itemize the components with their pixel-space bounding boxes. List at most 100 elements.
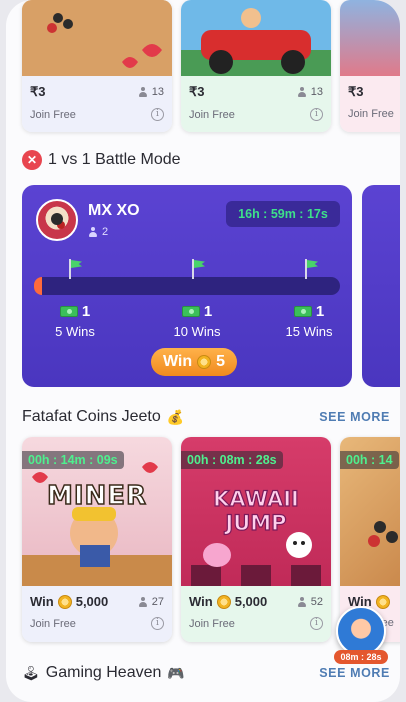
join-free-label: Join Free bbox=[189, 617, 235, 630]
game-timer: 00h : 08m : 28s bbox=[181, 451, 283, 469]
battle-section-header: ✕ 1 vs 1 Battle Mode bbox=[22, 150, 390, 170]
wins-progress-track bbox=[34, 277, 340, 295]
players-count: 13 bbox=[297, 86, 323, 98]
game-avatar bbox=[36, 199, 78, 241]
info-icon[interactable]: i bbox=[310, 108, 323, 121]
floating-game-avatar bbox=[336, 606, 386, 656]
game-card[interactable]: ₹3 13 Join Free i bbox=[22, 0, 172, 132]
coin-icon bbox=[197, 355, 212, 369]
win-amount: 5 bbox=[216, 353, 226, 370]
entry-price: ₹3 bbox=[189, 84, 205, 99]
milestone-flag-icon bbox=[67, 259, 83, 279]
join-free-label: Join Free bbox=[30, 617, 76, 630]
cash-icon bbox=[59, 306, 78, 317]
milestone-label: 5 Wins bbox=[55, 324, 95, 339]
person-icon bbox=[297, 87, 307, 97]
section-title: 1 vs 1 Battle Mode bbox=[48, 151, 181, 168]
join-free-label: Join Free bbox=[30, 108, 76, 121]
milestone: 1 15 Wins bbox=[269, 303, 349, 339]
players-count: 13 bbox=[138, 86, 164, 98]
battle-game-name: MX XO bbox=[88, 202, 140, 219]
milestone-flag-icon bbox=[303, 259, 319, 279]
person-icon bbox=[138, 87, 148, 97]
battle-players: 2 bbox=[88, 226, 108, 238]
win-label: Win bbox=[162, 353, 193, 370]
floating-game-timer[interactable]: 08m : 28s bbox=[334, 606, 388, 664]
floating-timer-label: 08m : 28s bbox=[334, 650, 388, 664]
players-value: 52 bbox=[310, 595, 323, 608]
entry-price: ₹3 bbox=[348, 84, 364, 99]
section-title: Gaming Heaven bbox=[45, 664, 162, 681]
milestone-prize: 1 bbox=[203, 303, 213, 320]
milestone: 1 10 Wins bbox=[157, 303, 237, 339]
card-footer: Win 5,000 52 Join Free i bbox=[181, 586, 331, 642]
players-value: 13 bbox=[151, 86, 164, 98]
crossed-swords-icon: ✕ bbox=[22, 150, 42, 170]
players-count: 27 bbox=[138, 596, 164, 608]
phone-screen: ₹3 13 Join Free i ₹3 13 Join Free i ₹3 J… bbox=[6, 0, 400, 702]
wins-progress-fill bbox=[34, 277, 42, 295]
game-thumbnail bbox=[340, 0, 400, 76]
fatafat-section-header: Fatafat Coins Jeeto 💰 SEE MORE bbox=[22, 408, 390, 426]
info-icon[interactable]: i bbox=[310, 617, 323, 630]
bike-art bbox=[181, 0, 331, 76]
coin-icon bbox=[216, 594, 231, 609]
win-amount: 5,000 bbox=[234, 594, 268, 609]
game-logo-text: KAWAII JUMP bbox=[213, 486, 300, 535]
card-footer: Win 5,000 27 Join Free i bbox=[22, 586, 172, 642]
game-card[interactable]: MINER 00h : 14m : 09s Win 5,000 27 Join F… bbox=[22, 437, 172, 642]
gaming-heaven-section-header: 🕹 Gaming Heaven 🎮 SEE MORE bbox=[22, 664, 390, 682]
game-logo-text: MINER bbox=[46, 480, 148, 512]
top-games-row[interactable]: ₹3 13 Join Free i ₹3 13 Join Free i ₹3 J… bbox=[22, 0, 400, 132]
battle-card[interactable]: MX XO 2 16h : 59m : 17s 1 5 Wins 1 10 Wi… bbox=[22, 185, 352, 387]
players-count: 52 bbox=[297, 596, 323, 608]
see-more-link[interactable]: SEE MORE bbox=[319, 666, 390, 680]
join-free-label: Join Free bbox=[189, 108, 235, 121]
money-bag-icon: 💰 bbox=[166, 408, 185, 425]
milestone-flag-icon bbox=[190, 259, 206, 279]
milestone-label: 15 Wins bbox=[285, 324, 333, 339]
win-label: Win bbox=[30, 594, 54, 609]
game-thumbnail bbox=[22, 0, 172, 76]
players-value: 27 bbox=[151, 595, 164, 608]
cash-icon bbox=[293, 306, 312, 317]
gamepad-icon: 🎮 bbox=[167, 664, 185, 681]
game-card[interactable]: KAWAII JUMP 00h : 08m : 28s Win 5,000 52 … bbox=[181, 437, 331, 642]
carrom-art bbox=[22, 0, 172, 76]
person-icon bbox=[88, 227, 98, 237]
coin-icon bbox=[57, 594, 72, 609]
cash-icon bbox=[181, 306, 200, 317]
win-coins-button[interactable]: Win 5 bbox=[151, 348, 237, 376]
battle-timer: 16h : 59m : 17s bbox=[226, 201, 340, 227]
milestone-prize: 1 bbox=[81, 303, 91, 320]
battle-card-next[interactable] bbox=[362, 185, 400, 387]
game-timer: 00h : 14m : 09s bbox=[22, 451, 124, 469]
see-more-link[interactable]: SEE MORE bbox=[319, 410, 390, 424]
players-value: 13 bbox=[310, 86, 323, 98]
win-amount: 5,000 bbox=[75, 594, 109, 609]
game-thumbnail: 00h : 14 bbox=[340, 437, 400, 586]
card-footer: ₹3 13 Join Free i bbox=[181, 76, 331, 132]
game-thumbnail bbox=[181, 0, 331, 76]
joystick-icon: 🕹 bbox=[22, 664, 40, 681]
info-icon[interactable]: i bbox=[151, 617, 164, 630]
game-thumbnail: KAWAII JUMP 00h : 08m : 28s bbox=[181, 437, 331, 586]
game-card[interactable]: ₹3 13 Join Free i bbox=[181, 0, 331, 132]
game-card[interactable]: ₹3 Join Free bbox=[340, 0, 400, 132]
game-timer: 00h : 14 bbox=[340, 451, 399, 469]
person-icon bbox=[138, 596, 148, 607]
entry-price: ₹3 bbox=[30, 84, 46, 99]
info-icon[interactable]: i bbox=[151, 108, 164, 121]
join-free-label: Join Free bbox=[348, 108, 394, 120]
milestone: 1 5 Wins bbox=[35, 303, 115, 339]
card-footer: ₹3 Join Free bbox=[340, 76, 400, 132]
section-title: Fatafat Coins Jeeto bbox=[22, 408, 161, 425]
home-feed[interactable]: ₹3 13 Join Free i ₹3 13 Join Free i ₹3 J… bbox=[6, 0, 400, 702]
win-label: Win bbox=[189, 594, 213, 609]
milestone-label: 10 Wins bbox=[173, 324, 221, 339]
players-value: 2 bbox=[102, 226, 109, 238]
milestone-prize: 1 bbox=[315, 303, 325, 320]
game-thumbnail: MINER 00h : 14m : 09s bbox=[22, 437, 172, 586]
person-icon bbox=[297, 596, 307, 607]
card-footer: ₹3 13 Join Free i bbox=[22, 76, 172, 132]
